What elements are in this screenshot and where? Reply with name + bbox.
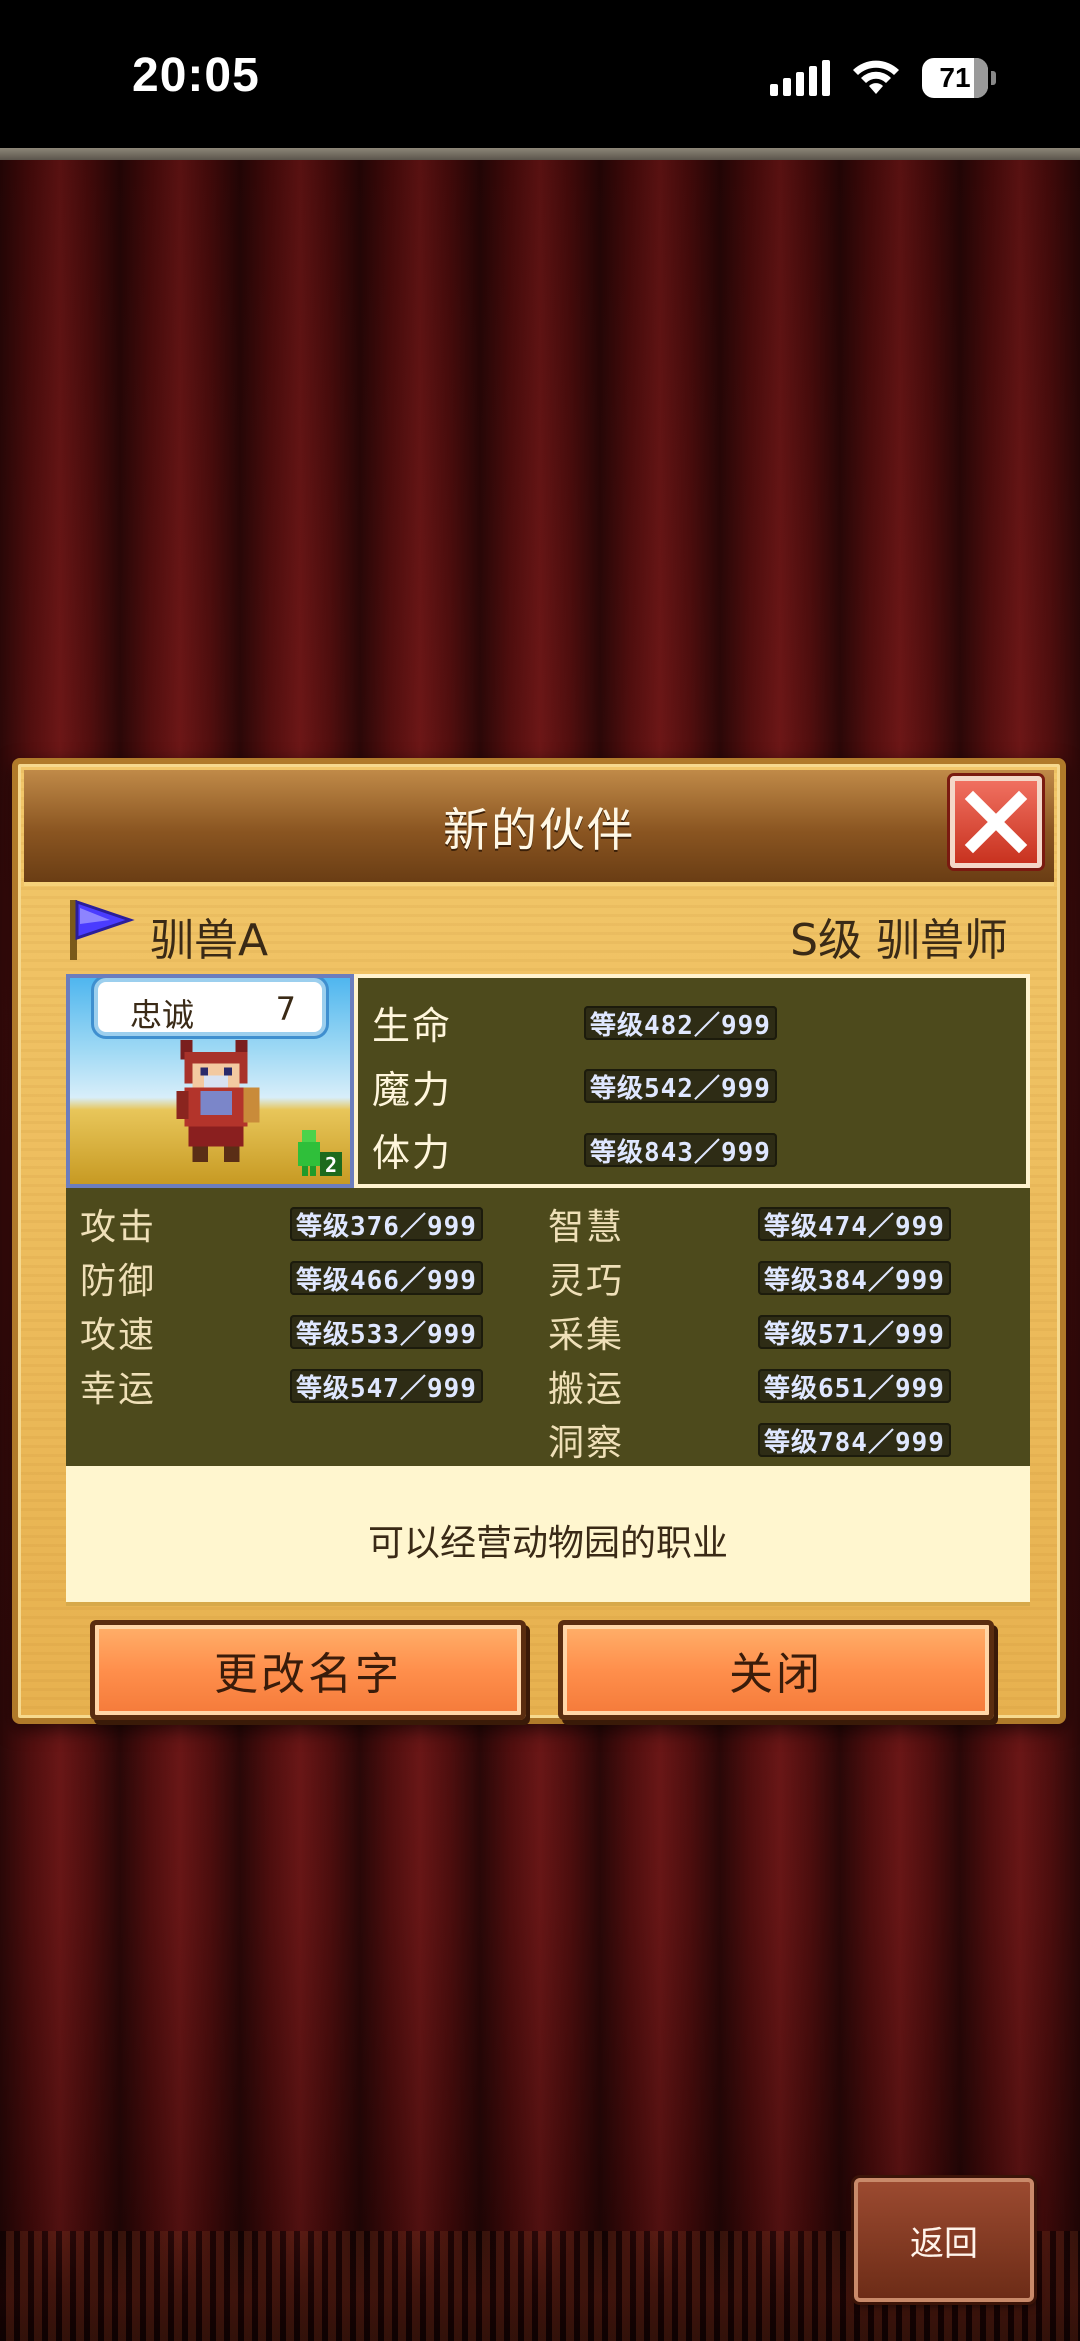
stat-row: 防御 [80,1252,156,1304]
character-class: S级 驯兽师 [790,915,1008,966]
stat-label: 攻击 [80,1207,157,1248]
stat-row: 生命 [372,996,452,1048]
stat-label: 洞察 [548,1423,625,1464]
new-companion-dialog: 新的伙伴 驯兽A S级 驯兽师 忠诚 7 2 生命 等级482／999 魔力 等… [12,758,1066,1724]
stat-value: 等级547／999 [290,1369,483,1404]
dialog-title: 新的伙伴 [443,803,635,857]
primary-stats-panel: 生命 等级482／999 魔力 等级542／999 体力 等级843／999 [354,974,1030,1188]
stat-row: 攻速 [80,1306,156,1358]
party-size-value: 2 [325,1153,337,1177]
close-button[interactable]: 关闭 [558,1620,994,1720]
secondary-stats-panel: 攻击 等级376／999 防御 等级466／999 攻速 等级533／999 幸… [66,1188,1030,1466]
loyalty-value: 7 [275,990,296,1028]
status-time: 20:05 [132,49,260,102]
stat-label: 魔力 [372,1067,453,1112]
stat-value: 等级571／999 [758,1315,951,1350]
stat-row: 采集 [548,1306,624,1358]
loyalty-label: 忠诚 [130,996,195,1034]
character-name[interactable]: 驯兽A [150,904,268,968]
stat-label: 灵巧 [548,1261,625,1302]
stat-row: 攻击 [80,1198,156,1250]
flag-icon [70,899,135,960]
stat-value: 等级474／999 [758,1207,951,1242]
loyalty-badge: 忠诚 7 [94,978,326,1036]
stat-value: 等级482／999 [584,1006,777,1041]
stat-label: 幸运 [80,1369,157,1410]
stat-value: 等级533／999 [290,1315,483,1350]
status-bar: 20:05 71 [0,0,1080,148]
stat-label: 搬运 [548,1369,625,1410]
stat-value: 等级784／999 [758,1423,951,1458]
dialog-header: 新的伙伴 [24,770,1054,886]
battery-icon: 71 [922,58,996,98]
stat-label: 采集 [548,1315,625,1356]
battery-level: 71 [939,62,971,93]
stat-row: 体力 [372,1123,452,1175]
stat-row: 智慧 [548,1198,624,1250]
job-description: 可以经营动物园的职业 [367,1523,728,1564]
character-sprite [176,1040,260,1163]
stat-value: 等级466／999 [290,1261,483,1296]
stat-label: 防御 [80,1261,157,1302]
wifi-icon [853,60,899,94]
stat-value: 等级843／999 [584,1133,777,1168]
status-icons: 71 [770,56,996,100]
party-size-icon: 2 [298,1130,342,1177]
stat-label: 生命 [372,1003,453,1048]
stat-label: 智慧 [548,1207,625,1248]
stat-row: 灵巧 [548,1252,624,1304]
stat-label: 攻速 [80,1315,157,1356]
stat-label: 体力 [372,1130,453,1175]
stat-value: 等级376／999 [290,1207,483,1242]
stat-row: 搬运 [548,1360,624,1412]
character-portrait: 忠诚 7 2 [66,974,354,1188]
stat-row: 洞察 [548,1414,624,1466]
stat-value: 等级651／999 [758,1369,951,1404]
stage-rail [0,148,1080,160]
stat-row: 魔力 [372,1060,452,1112]
job-description-box: 可以经营动物园的职业 [66,1466,1030,1606]
close-icon[interactable] [950,776,1042,868]
signal-icon [770,60,830,96]
stat-value: 等级384／999 [758,1261,951,1296]
stat-row: 幸运 [80,1360,156,1412]
stat-value: 等级542／999 [584,1069,777,1104]
rename-button[interactable]: 更改名字 [90,1620,526,1720]
back-button[interactable]: 返回 [854,2178,1034,2302]
